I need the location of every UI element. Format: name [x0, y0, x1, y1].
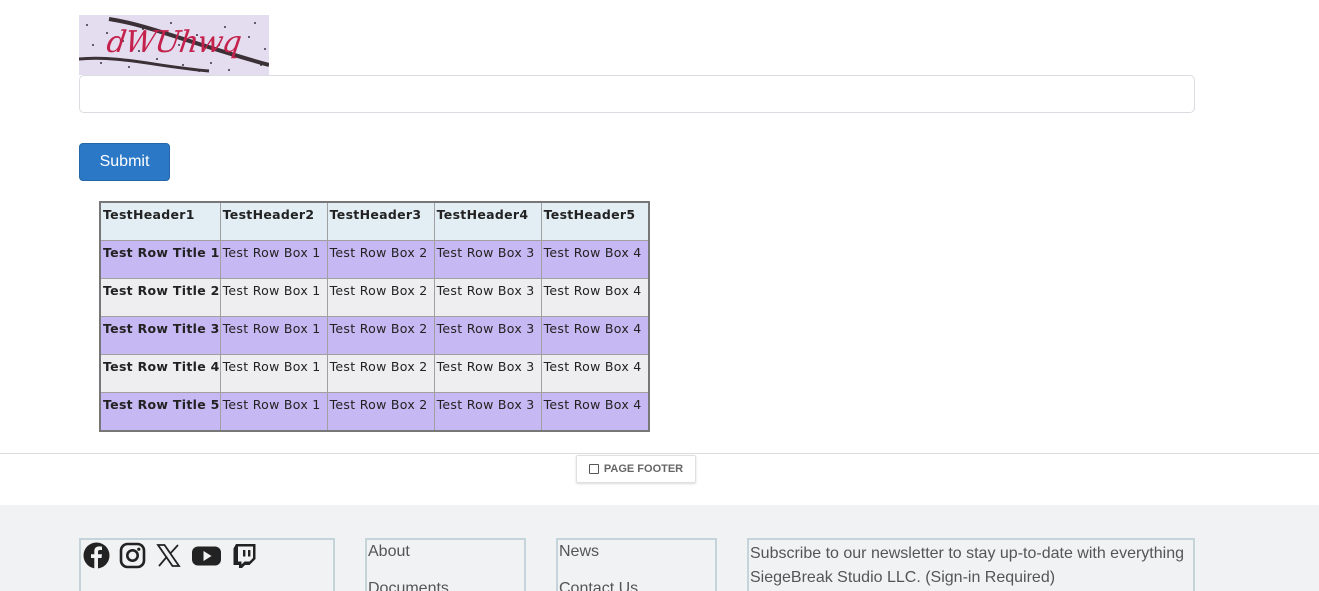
table-cell: Test Row Box 3 [433, 316, 542, 355]
table-cell: Test Row Box 3 [433, 392, 542, 432]
page-footer-label: PAGE FOOTER [603, 463, 684, 475]
captcha-input[interactable] [79, 75, 1195, 113]
page-footer-divider [0, 453, 1319, 454]
table-cell: Test Row Box 1 [219, 392, 328, 432]
table-cell: Test Row Box 1 [219, 240, 328, 279]
table-row: Test Row Title 1 Test Row Box 1 Test Row… [99, 240, 650, 279]
table-header-cell: TestHeader3 [326, 201, 435, 241]
page: dWUhwq Submit TestHeader1 TestHeader2 Te… [0, 0, 1319, 591]
submit-button[interactable]: Submit [79, 143, 170, 181]
table-cell: Test Row Box 2 [326, 354, 435, 393]
footer-link-news[interactable]: News [559, 543, 599, 561]
table-cell: Test Row Box 4 [540, 240, 650, 279]
table-row: Test Row Title 3 Test Row Box 1 Test Row… [99, 316, 650, 355]
captcha-image: dWUhwq [79, 15, 269, 75]
table-cell: Test Row Box 1 [219, 278, 328, 317]
site-footer: About Documents News Contact Us Subscrib… [0, 505, 1319, 591]
table-cell: Test Row Box 4 [540, 354, 650, 393]
table-header-row: TestHeader1 TestHeader2 TestHeader3 Test… [99, 201, 650, 241]
table-cell: Test Row Box 2 [326, 240, 435, 279]
table-row-title: Test Row Title 5 [99, 392, 221, 432]
table-cell: Test Row Box 2 [326, 392, 435, 432]
table-header-cell: TestHeader1 [99, 201, 221, 241]
x-twitter-icon[interactable] [155, 542, 182, 569]
newsletter-box: Subscribe to our newsletter to stay up-t… [747, 538, 1195, 591]
test-table: TestHeader1 TestHeader2 TestHeader3 Test… [99, 201, 650, 432]
captcha-text: dWUhwq [104, 25, 243, 60]
table-cell: Test Row Box 4 [540, 392, 650, 432]
table-row-title: Test Row Title 2 [99, 278, 221, 317]
facebook-icon[interactable] [83, 542, 110, 569]
table-row: Test Row Title 5 Test Row Box 1 Test Row… [99, 392, 650, 432]
table-row: Test Row Title 2 Test Row Box 1 Test Row… [99, 278, 650, 317]
table-cell: Test Row Box 3 [433, 278, 542, 317]
table-row: Test Row Title 4 Test Row Box 1 Test Row… [99, 354, 650, 393]
instagram-icon[interactable] [119, 542, 146, 569]
table-row-title: Test Row Title 4 [99, 354, 221, 393]
table-cell: Test Row Box 2 [326, 316, 435, 355]
table-cell: Test Row Box 1 [219, 354, 328, 393]
social-icons [83, 542, 258, 569]
table-header-cell: TestHeader5 [540, 201, 650, 241]
table-cell: Test Row Box 3 [433, 240, 542, 279]
table-header-cell: TestHeader2 [219, 201, 328, 241]
footer-link-documents[interactable]: Documents [368, 580, 449, 591]
table-cell: Test Row Box 1 [219, 316, 328, 355]
footer-link-about[interactable]: About [368, 543, 410, 561]
table-cell: Test Row Box 4 [540, 278, 650, 317]
social-links-box [79, 538, 335, 591]
table-row-title: Test Row Title 1 [99, 240, 221, 279]
page-footer-tag[interactable]: PAGE FOOTER [576, 455, 696, 483]
table-cell: Test Row Box 3 [433, 354, 542, 393]
square-icon [588, 464, 599, 474]
footer-links-col2: News Contact Us [556, 538, 717, 591]
twitch-icon[interactable] [231, 542, 258, 569]
table-row-title: Test Row Title 3 [99, 316, 221, 355]
table-cell: Test Row Box 4 [540, 316, 650, 355]
footer-links-col1: About Documents [365, 538, 526, 591]
footer-link-contact-us[interactable]: Contact Us [559, 580, 638, 591]
youtube-icon[interactable] [191, 542, 222, 569]
table-header-cell: TestHeader4 [433, 201, 542, 241]
newsletter-text: Subscribe to our newsletter to stay up-t… [750, 545, 1184, 586]
table-cell: Test Row Box 2 [326, 278, 435, 317]
